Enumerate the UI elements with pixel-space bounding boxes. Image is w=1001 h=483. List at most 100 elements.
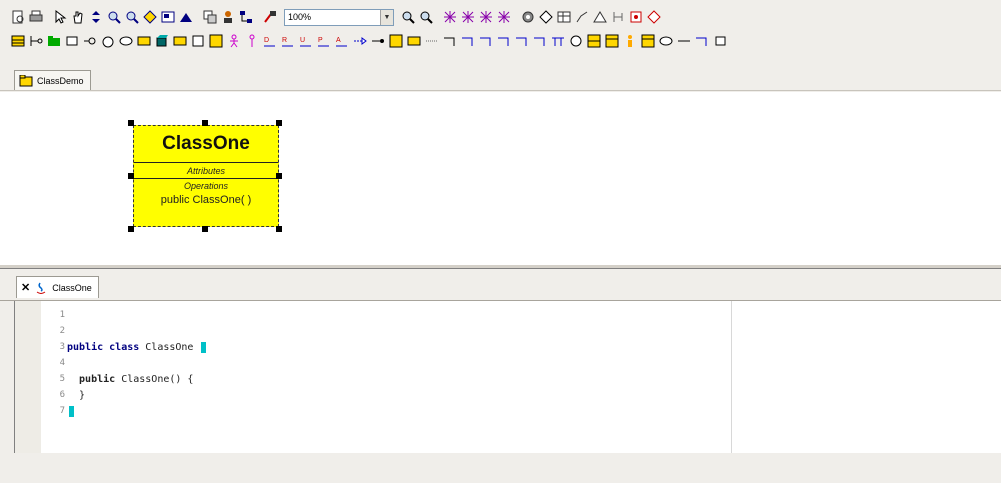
association-end-icon[interactable] [370, 33, 386, 49]
zoom-out-small-icon[interactable] [418, 9, 434, 25]
tab-class-one-label: ClassOne [52, 282, 92, 293]
dependency-r-icon[interactable]: R [280, 33, 296, 49]
note-tool-icon[interactable] [208, 33, 224, 49]
object-tool-icon[interactable] [136, 33, 152, 49]
select-arrow-icon[interactable] [52, 9, 68, 25]
circle-tool-icon[interactable] [568, 33, 584, 49]
resize-handle-bottom-left[interactable] [128, 226, 134, 232]
print-icon[interactable] [28, 9, 44, 25]
shape-end-tool-icon[interactable] [712, 33, 728, 49]
lollipop-tool-icon[interactable] [82, 33, 98, 49]
use-case-tool-icon[interactable] [118, 33, 134, 49]
team-icon[interactable] [220, 9, 236, 25]
layout-icon[interactable] [178, 9, 194, 25]
realization-tool-icon[interactable] [352, 33, 368, 49]
swimlane-alt-tool-icon[interactable] [604, 33, 620, 49]
zoom-in-small-icon[interactable] [400, 9, 416, 25]
link-tool-1-icon[interactable] [442, 33, 458, 49]
zoom-in-icon[interactable] [106, 9, 122, 25]
class-tool-icon[interactable] [10, 33, 26, 49]
resize-handle-bottom-right[interactable] [276, 226, 282, 232]
resize-handle-middle-right[interactable] [276, 173, 282, 179]
dependency-a-icon[interactable]: A [334, 33, 350, 49]
grid-align-left-icon[interactable] [442, 9, 458, 25]
copy-diagram-icon[interactable] [202, 9, 218, 25]
diagram-canvas[interactable]: ClassOne Attributes Operations public Cl… [0, 92, 1001, 264]
link-tool-5-icon[interactable] [514, 33, 530, 49]
node-tool-icon[interactable] [154, 33, 170, 49]
swimlane-tool-icon[interactable] [586, 33, 602, 49]
tab-class-demo[interactable]: ClassDemo [14, 70, 91, 90]
move-vertical-icon[interactable] [88, 9, 104, 25]
dependency-u-icon[interactable]: U [298, 33, 314, 49]
hierarchy-icon[interactable] [238, 9, 254, 25]
resize-handle-middle-left[interactable] [128, 173, 134, 179]
frame-tool-icon[interactable] [388, 33, 404, 49]
state-tool-icon[interactable] [100, 33, 116, 49]
code-line[interactable]: 1 [15, 307, 715, 323]
code-line[interactable]: 6 } [15, 387, 715, 403]
code-line[interactable]: 5 public ClassOne() { [15, 371, 715, 387]
overview-icon[interactable] [160, 9, 176, 25]
link-end-tool-icon[interactable] [694, 33, 710, 49]
rectangle-tool-icon[interactable] [406, 33, 422, 49]
grid-align-center-icon[interactable] [460, 9, 476, 25]
grid-align-top-icon[interactable] [496, 9, 512, 25]
actor-tool-icon[interactable] [226, 33, 242, 49]
tab-class-one[interactable]: ✕ ClassOne [16, 276, 99, 298]
print-preview-icon[interactable] [10, 9, 26, 25]
code-line[interactable]: 2 [15, 323, 715, 339]
branch-icon[interactable] [610, 9, 626, 25]
svg-text:U: U [300, 37, 305, 44]
diamond-red-icon[interactable] [646, 9, 662, 25]
zoom-out-icon[interactable] [124, 9, 140, 25]
diamond-shape-icon[interactable] [538, 9, 554, 25]
dependency-p-icon[interactable]: P [316, 33, 332, 49]
resize-handle-bottom-center[interactable] [202, 226, 208, 232]
class-name[interactable]: ClassOne [134, 126, 278, 163]
uml-class-box[interactable]: ClassOne Attributes Operations public Cl… [133, 125, 279, 227]
actor-alt-tool-icon[interactable] [244, 33, 260, 49]
line-tool-icon[interactable] [676, 33, 692, 49]
link-tool-4-icon[interactable] [496, 33, 512, 49]
ellipse-tool-icon[interactable] [658, 33, 674, 49]
pan-hand-icon[interactable] [70, 9, 86, 25]
interface-tool-icon[interactable] [28, 33, 44, 49]
dropdown-arrow-icon[interactable]: ▼ [380, 9, 393, 25]
properties-gear-icon[interactable] [520, 9, 536, 25]
database-tool-icon[interactable] [190, 33, 206, 49]
keyword: class [109, 341, 140, 353]
code-line[interactable]: 4 [15, 355, 715, 371]
package-tool-icon[interactable] [46, 33, 62, 49]
dotted-line-tool-icon[interactable] [424, 33, 440, 49]
resize-handle-top-center[interactable] [202, 120, 208, 126]
dependency-d-icon[interactable]: D [262, 33, 278, 49]
operation-item[interactable]: public ClassOne( ) [134, 193, 278, 206]
bottom-area [0, 453, 1001, 483]
link-tool-2-icon[interactable] [460, 33, 476, 49]
lifeline-tool-icon[interactable] [640, 33, 656, 49]
resize-handle-top-right[interactable] [276, 120, 282, 126]
code-line[interactable]: 7 [15, 403, 715, 419]
code-editor[interactable]: 1 2 3 public class ClassOne 4 5 public C… [14, 301, 1001, 453]
zoom-level-select[interactable]: 100% ▼ [284, 8, 394, 26]
right-margin-guide [731, 301, 732, 453]
table-icon[interactable] [556, 9, 572, 25]
export-image-icon[interactable] [628, 9, 644, 25]
fit-to-view-icon[interactable] [142, 9, 158, 25]
app-window: 100% ▼ D R U P A ClassDemo ClassOne Attr… [0, 0, 1001, 483]
connector-icon[interactable] [574, 9, 590, 25]
component-tool-icon[interactable] [64, 33, 80, 49]
close-icon[interactable]: ✕ [21, 281, 30, 294]
triangle-icon[interactable] [592, 9, 608, 25]
tab-class-demo-label: ClassDemo [37, 75, 84, 86]
subsystem-tool-icon[interactable] [172, 33, 188, 49]
grid-align-right-icon[interactable] [478, 9, 494, 25]
person-tool-icon[interactable] [622, 33, 638, 49]
code-line[interactable]: 3 public class ClassOne [15, 339, 715, 355]
zoom-tool-icon[interactable] [262, 9, 278, 25]
link-tool-3-icon[interactable] [478, 33, 494, 49]
fork-tool-icon[interactable] [550, 33, 566, 49]
link-tool-6-icon[interactable] [532, 33, 548, 49]
resize-handle-top-left[interactable] [128, 120, 134, 126]
